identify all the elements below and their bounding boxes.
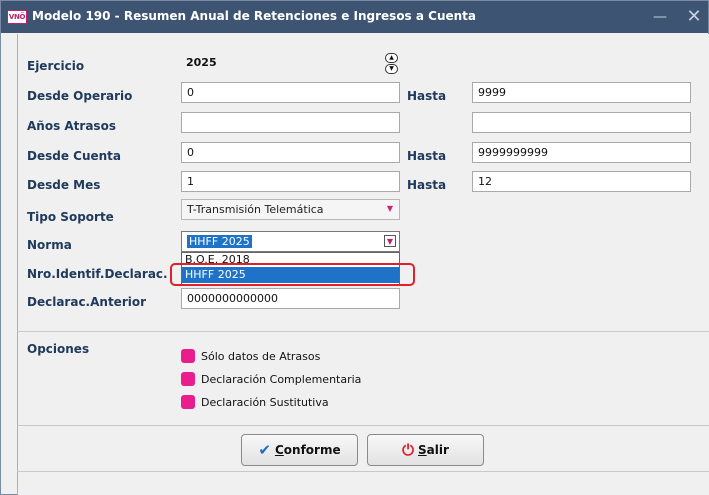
spin-down-icon[interactable]: ▼ (385, 64, 398, 74)
desde-operario-input[interactable]: 0 (181, 82, 400, 103)
hasta-cuenta-label: Hasta (407, 149, 447, 163)
dropdown-arrow-icon[interactable]: ▼ (384, 203, 396, 215)
hasta-mes-input[interactable]: 12 (472, 171, 691, 192)
conforme-label: Conforme (274, 443, 341, 457)
ejercicio-label: Ejercicio (27, 59, 85, 73)
declarac-anterior-input[interactable]: 0000000000000 (181, 288, 400, 309)
window-title: Modelo 190 - Resumen Anual de Retencione… (32, 9, 477, 23)
spin-up-icon[interactable]: ▲ (385, 53, 398, 63)
anos-atrasos-from-input[interactable] (181, 112, 400, 133)
checkbox-sustitutiva[interactable]: Declaración Sustitutiva (181, 395, 329, 409)
ejercicio-input[interactable]: 2025 (181, 53, 383, 74)
ejercicio-spinner[interactable]: ▲ ▼ (385, 53, 399, 74)
norma-label: Norma (27, 238, 72, 252)
checkbox-complementaria[interactable]: Declaración Complementaria (181, 372, 361, 386)
minimize-button[interactable]: — (650, 7, 670, 27)
checkbox-label: Declaración Complementaria (201, 372, 362, 386)
dropdown-arrow-icon[interactable]: ▼ (384, 235, 396, 247)
salir-button[interactable]: ⏻ Salir (367, 434, 484, 466)
salir-label: Salir (417, 443, 449, 457)
close-button[interactable]: ✕ (684, 7, 704, 27)
norma-select[interactable]: HHFF 2025 ▼ (181, 231, 400, 252)
checkbox-label: Sólo datos de Atrasos (201, 349, 321, 363)
checkbox-solo-atrasos[interactable]: Sólo datos de Atrasos (181, 349, 320, 363)
checkbox-icon[interactable] (181, 372, 195, 386)
hasta-cuenta-input[interactable]: 9999999999 (472, 142, 691, 163)
modelo190-window: VNÖ Modelo 190 - Resumen Anual de Retenc… (0, 0, 709, 495)
declarac-anterior-label: Declarac.Anterior (27, 295, 147, 309)
desde-mes-label: Desde Mes (27, 178, 101, 192)
bottom-separator (17, 471, 709, 472)
norma-value: HHFF 2025 (187, 235, 252, 248)
checkbox-label: Declaración Sustitutiva (201, 395, 329, 409)
hasta-operario-label: Hasta (407, 89, 447, 103)
tipo-soporte-value: T-Transmisión Telemática (187, 203, 324, 216)
desde-operario-label: Desde Operario (27, 89, 133, 103)
title-bar: VNÖ Modelo 190 - Resumen Anual de Retenc… (1, 1, 708, 33)
desde-mes-input[interactable]: 1 (181, 171, 400, 192)
tipo-soporte-select[interactable]: T-Transmisión Telemática ▼ (181, 199, 400, 220)
opciones-label: Opciones (27, 342, 90, 356)
conforme-button[interactable]: ✔ Conforme (241, 434, 358, 466)
anos-atrasos-label: Años Atrasos (27, 119, 116, 133)
app-logo-icon: VNÖ (7, 10, 27, 24)
separator (17, 425, 709, 426)
hasta-mes-label: Hasta (407, 178, 447, 192)
desde-cuenta-input[interactable]: 0 (181, 142, 400, 163)
hasta-operario-input[interactable]: 9999 (472, 82, 691, 103)
desde-cuenta-label: Desde Cuenta (27, 149, 122, 163)
nro-identif-label: Nro.Identif.Declarac. (27, 267, 168, 281)
tipo-soporte-label: Tipo Soporte (27, 210, 114, 224)
power-icon: ⏻ (402, 441, 414, 459)
separator (17, 331, 709, 332)
checkbox-icon[interactable] (181, 349, 195, 363)
checkmark-icon: ✔ (258, 441, 271, 459)
anos-atrasos-to-input[interactable] (472, 112, 691, 133)
annotation-highlight (170, 263, 415, 286)
checkbox-icon[interactable] (181, 395, 195, 409)
